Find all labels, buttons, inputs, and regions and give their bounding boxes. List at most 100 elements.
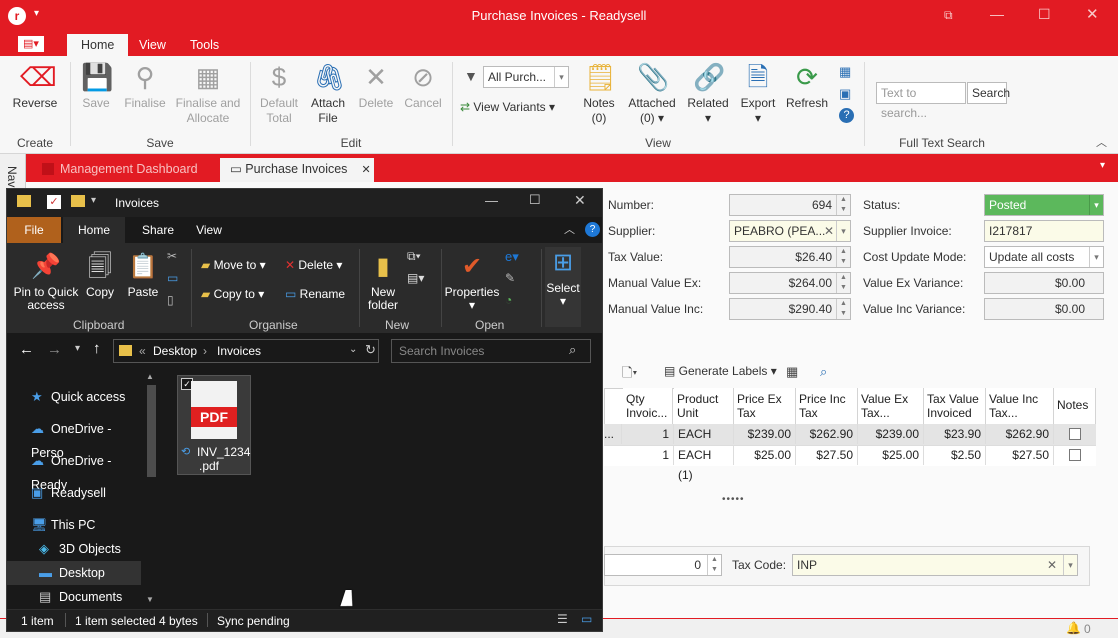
up-icon[interactable]: ↑ [93,340,101,357]
nav-onedrive-personal[interactable]: ☁ OneDrive - Perso [7,417,147,460]
tab-share[interactable]: Share [133,217,183,243]
layout-icon[interactable]: ▣ [839,86,851,102]
tab-view[interactable]: View [187,217,231,243]
manual-value-ex-field[interactable]: $264.00 ▲ ▼ [729,272,851,294]
col-value-inc-tax[interactable]: Value Inc Tax... [986,388,1054,424]
status-field[interactable]: Posted ▾ [984,194,1104,216]
copy-path-icon[interactable]: ▭ [167,271,178,285]
minimize-icon[interactable]: — [990,6,1004,22]
spinner-icon[interactable]: ▲ ▼ [836,247,850,267]
paste-shortcut-icon[interactable]: ▯ [167,293,174,307]
nav-3d-objects[interactable]: ◈ 3D Objects [7,537,147,561]
back-icon[interactable]: ← [19,341,34,358]
col-value-ex-tax[interactable]: Value Ex Tax... [858,388,924,424]
row-notes-checkbox[interactable] [1069,449,1081,461]
row-notes-checkbox[interactable] [1069,428,1081,440]
help-icon[interactable]: ? [585,222,600,237]
app-menu-icon[interactable]: ▤▾ [18,36,44,52]
export-button[interactable]: 🗎 Export ▾ [736,62,780,126]
spinner-icon[interactable]: ▲ ▼ [836,299,850,319]
view-variants-button[interactable]: ⇄ View Variants ▾ [460,100,566,115]
finalise-button[interactable]: ⚲ Finalise [122,62,168,111]
related-button[interactable]: 🔗 Related ▾ [684,62,732,126]
col-price-ex-tax[interactable]: Price Ex Tax [734,388,796,424]
scroll-down-icon[interactable]: ▼ [146,595,154,604]
cut-icon[interactable]: ✂ [167,249,177,263]
chevron-down-icon[interactable]: ▾ [836,221,850,241]
paste-button[interactable]: 📋 Paste [125,251,161,299]
breadcrumb-overflow[interactable]: « [139,344,146,358]
new-line-icon[interactable]: 🗋▾ [622,364,637,386]
nav-readysell[interactable]: ▣ Readysell [7,481,147,505]
explorer-maximize-icon[interactable]: ☐ [529,192,541,208]
search-input[interactable]: Search Invoices [399,344,484,358]
refresh-button[interactable]: ⟳ Refresh [784,62,830,111]
finalise-allocate-button[interactable]: ▦ Finalise and Allocate [174,62,242,126]
recent-locations-icon[interactable]: ▾ [75,343,80,354]
tab-management-dashboard[interactable]: Management Dashboard [34,158,216,182]
col-qty-invoiced[interactable]: Qty Invoic... [623,388,673,424]
nav-onedrive-readysell[interactable]: ☁ OneDrive - Ready [7,449,147,492]
notes-button[interactable]: 🗒 Notes (0) [578,62,620,126]
delete-button[interactable]: ✕ Delete [354,62,398,111]
default-total-button[interactable]: $ Default Total [256,62,302,126]
history-icon[interactable]: ◔ [505,293,512,307]
details-view-icon[interactable]: ☰ [557,612,568,626]
collapse-ribbon-icon[interactable]: ︿ [1096,134,1107,150]
new-item-icon[interactable]: ⧉▾ [407,249,421,264]
move-to-button[interactable]: ▰ Move to ▾ [201,258,266,272]
help-icon[interactable]: ? [839,108,854,123]
restore-ribbon-icon[interactable]: ⧉ [944,8,953,23]
open-edge-icon[interactable]: e▾ [505,249,519,265]
splitter-handle[interactable]: ••••• [722,494,745,505]
large-icons-view-icon[interactable]: ▭ [581,612,592,626]
address-dropdown-icon[interactable]: ⌄ [349,344,357,355]
explorer-close-icon[interactable]: ✕ [574,192,586,209]
copy-button[interactable]: 🗐 Copy [83,251,117,299]
tab-file[interactable]: File [7,217,61,243]
col-tax-value-invoiced[interactable]: Tax Value Invoiced [924,388,986,424]
attached-button[interactable]: 📎 Attached (0) ▾ [626,62,678,126]
filter-select[interactable]: All Purch... ▾ [483,66,569,88]
col-notes[interactable]: Notes [1054,388,1096,424]
easy-access-icon[interactable]: ▤▾ [407,271,424,285]
tab-home[interactable]: Home [63,217,125,243]
amount-field[interactable]: 0 ▲ ▼ [604,554,722,576]
manual-value-inc-field[interactable]: $290.40 ▲ ▼ [729,298,851,320]
scroll-thumb[interactable] [147,385,156,477]
nav-quick-access[interactable]: ★ Quick access [7,385,147,409]
breadcrumb-invoices[interactable]: Invoices [217,344,261,358]
rename-button[interactable]: ▭ Rename [285,287,345,301]
nav-documents[interactable]: ▤ Documents [7,585,147,609]
attach-file-button[interactable]: 🖇 Attach File [306,62,350,126]
clear-icon[interactable]: ✕ [1047,555,1057,575]
chevron-down-icon[interactable]: ▾ [1063,555,1077,575]
properties-button[interactable]: ✔ Properties ▾ [443,251,501,312]
grid-settings-icon[interactable]: ▦ [786,364,798,380]
tabs-menu-icon[interactable]: ▾ [1100,160,1105,171]
generate-labels-button[interactable]: ▤ Generate Labels ▾ [664,364,777,378]
tax-code-field[interactable]: INP ✕ ▾ [792,554,1078,576]
reverse-button[interactable]: ⌫ Reverse [10,62,60,111]
search-button[interactable]: Search [967,82,1010,104]
copy-to-button[interactable]: ▰ Copy to ▾ [201,287,264,301]
supplier-invoice-field[interactable]: I217817 [984,220,1104,242]
new-folder-button[interactable]: ▮ New folder [363,251,403,312]
qat-dropdown-icon[interactable]: ▾ [91,195,96,206]
cost-update-mode-select[interactable]: Update all costs ▾ [984,246,1104,268]
col-price-inc-tax[interactable]: Price Inc Tax [796,388,858,424]
chevron-down-icon[interactable]: ▾ [1089,195,1103,215]
tab-home[interactable]: Home [67,34,129,56]
delete-button[interactable]: ✕ Delete ▾ [285,258,342,272]
full-text-search-input[interactable]: Text to search... [876,82,966,120]
tab-view[interactable]: View [127,34,178,56]
search-lines-icon[interactable]: ⌕ [820,364,827,380]
explorer-minimize-icon[interactable]: — [485,193,498,208]
grid-view-icon[interactable]: ▦ [839,64,851,80]
tab-purchase-invoices[interactable]: ▭ Purchase Invoices ✕ [220,158,374,182]
cancel-button[interactable]: ⊘ Cancel [400,62,446,111]
close-tab-icon[interactable]: ✕ [361,164,370,176]
new-folder-qat-icon[interactable] [71,195,85,207]
scroll-up-icon[interactable]: ▲ [146,372,154,381]
tax-value-field[interactable]: $26.40 ▲ ▼ [729,246,851,268]
